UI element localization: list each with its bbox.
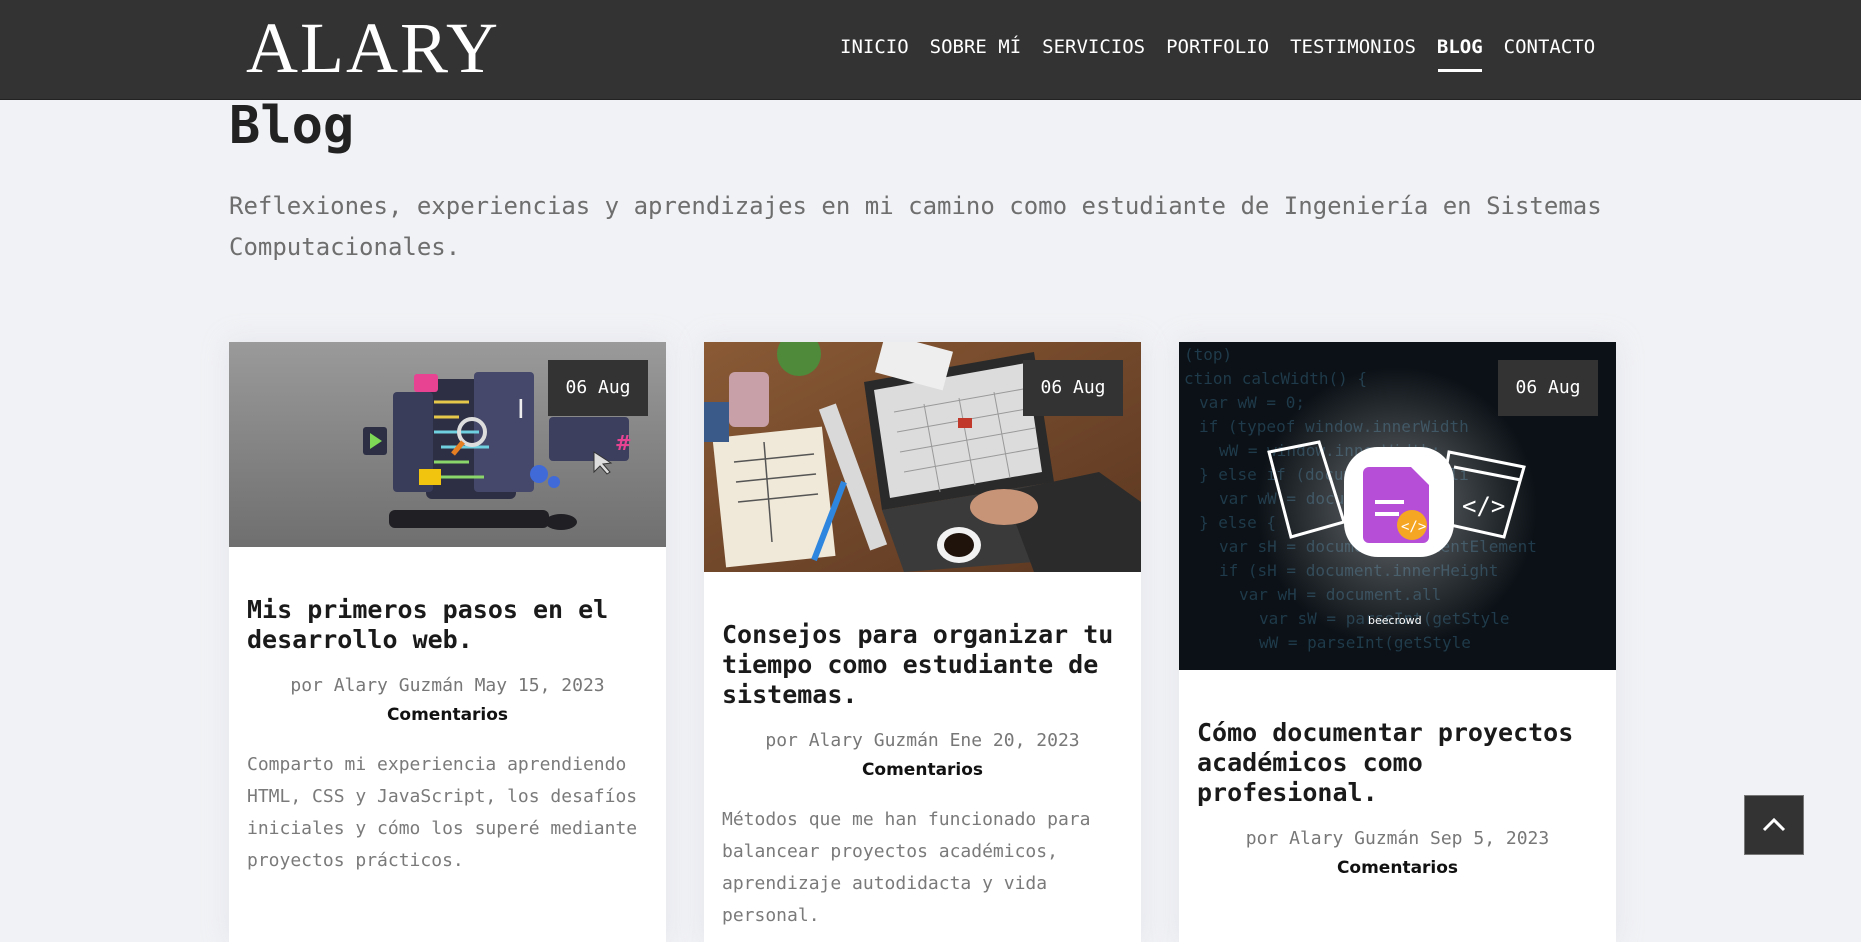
card-body: Cómo documentar proyectos académicos com… [1197, 718, 1598, 880]
svg-text:#: # [615, 431, 632, 455]
page-title: Blog [229, 96, 355, 156]
nav-item-inicio[interactable]: INICIO [840, 36, 909, 58]
post-image[interactable]: (top) ction calcWidth() { var wW = 0; if (… [1179, 342, 1616, 670]
comments-link[interactable]: Comentarios [1197, 856, 1598, 880]
blog-card[interactable]: (top) ction calcWidth() { var wW = 0; if (… [1179, 342, 1616, 942]
post-title[interactable]: Mis primeros pasos en el desarrollo web. [247, 595, 648, 655]
svg-text:</>: </> [1401, 519, 1426, 535]
date-badge: 06 Aug [1023, 360, 1123, 416]
page-intro: Reflexiones, experiencias y aprendizajes… [229, 192, 1602, 261]
comments-link[interactable]: Comentarios [722, 758, 1123, 782]
blog-card[interactable]: # I 06 Aug Mis primeros pasos en el desa… [229, 342, 666, 942]
post-title[interactable]: Consejos para organizar tu tiempo como e… [722, 620, 1123, 710]
post-excerpt: Comparto mi experiencia aprendiendo HTML… [247, 754, 638, 871]
nav-item-servicios[interactable]: SERVICIOS [1042, 36, 1145, 58]
post-title[interactable]: Cómo documentar proyectos académicos com… [1197, 718, 1598, 808]
svg-text:I: I [517, 395, 525, 425]
blog-card[interactable]: 06 Aug Consejos para organizar tu tiempo… [704, 342, 1141, 942]
post-meta: por Alary Guzmán May 15, 2023 [290, 675, 605, 696]
card-body: Mis primeros pasos en el desarrollo web.… [247, 595, 648, 877]
post-meta: por Alary Guzmán Ene 20, 2023 [765, 730, 1080, 751]
main-nav: INICIO SOBRE MÍ SERVICIOS PORTFOLIO TEST… [840, 36, 1616, 72]
comments-link[interactable]: Comentarios [247, 703, 648, 727]
date-badge: 06 Aug [1498, 360, 1598, 416]
nav-item-testimonios[interactable]: TESTIMONIOS [1290, 36, 1416, 58]
svg-text:var wW = 0;: var wW = 0; [1199, 393, 1305, 412]
nav-item-sobre-mi[interactable]: SOBRE MÍ [930, 36, 1022, 58]
svg-text:</>: </> [1462, 492, 1505, 520]
post-excerpt: Métodos que me han funcionado para balan… [722, 809, 1091, 926]
beecrowd-logo-text: beecrowd [1368, 614, 1422, 627]
chevron-up-icon [1762, 817, 1786, 832]
site-header: ALARY INICIO SOBRE MÍ SERVICIOS PORTFOLI… [0, 0, 1861, 100]
post-image[interactable]: 06 Aug [704, 342, 1141, 572]
post-image[interactable]: # I 06 Aug [229, 342, 666, 547]
date-badge: 06 Aug [548, 360, 648, 416]
site-logo[interactable]: ALARY [246, 6, 500, 90]
nav-item-contacto[interactable]: CONTACTO [1504, 36, 1596, 58]
scroll-to-top-button[interactable] [1744, 795, 1804, 855]
nav-item-blog[interactable]: BLOG [1437, 36, 1483, 72]
post-meta: por Alary Guzmán Sep 5, 2023 [1245, 828, 1550, 849]
svg-text:(top): (top) [1184, 345, 1232, 364]
card-body: Consejos para organizar tu tiempo como e… [722, 620, 1123, 932]
nav-item-portfolio[interactable]: PORTFOLIO [1166, 36, 1269, 58]
